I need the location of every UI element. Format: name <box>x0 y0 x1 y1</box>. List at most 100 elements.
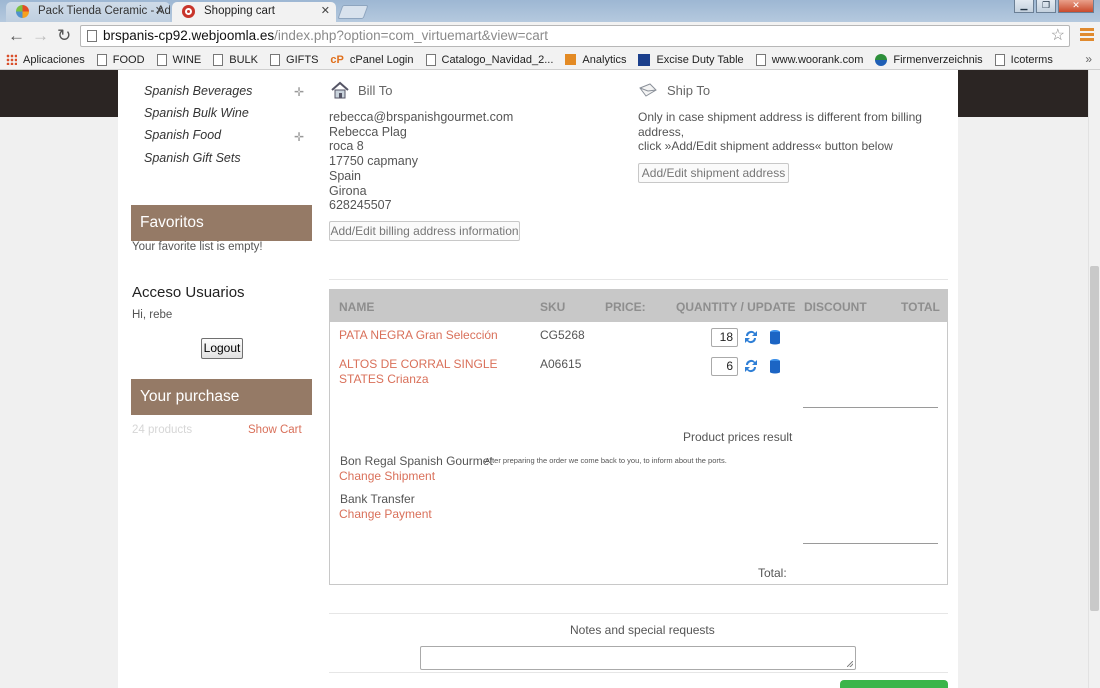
resize-grip-icon[interactable] <box>847 661 853 667</box>
prices-result-label: Product prices result <box>683 430 793 444</box>
reload-icon[interactable]: ↻ <box>57 26 71 46</box>
browser-toolbar: ← → ↻ brspanis-cp92.webjoomla.es/index.p… <box>0 22 1100 50</box>
update-refresh-icon[interactable] <box>743 358 759 374</box>
payment-name: Bank Transfer <box>340 492 415 506</box>
scrollbar-thumb[interactable] <box>1090 266 1099 611</box>
bookmark-catalogo[interactable]: Catalogo_Navidad_2... <box>425 53 553 66</box>
page-icon <box>213 53 224 66</box>
window-controls: ▁ ❐ ✕ <box>1014 0 1094 14</box>
bookmark-label: Firmenverzeichnis <box>893 53 983 66</box>
bookmark-cpanel[interactable]: cP cPanel Login <box>330 54 413 66</box>
close-icon[interactable]: ✕ <box>155 2 164 21</box>
header-sku: SKU <box>540 300 566 314</box>
window-close-icon[interactable]: ✕ <box>1058 0 1094 13</box>
ship-info-line-1: Only in case shipment address is differe… <box>638 110 922 124</box>
show-cart-link[interactable]: Show Cart <box>248 424 302 436</box>
delete-trash-icon[interactable] <box>767 329 783 345</box>
excise-icon <box>638 53 651 66</box>
bookmark-gifts[interactable]: GIFTS <box>270 53 319 66</box>
bookmarks-bar: Aplicaciones FOOD WINE BULK GIFTS cP cPan… <box>0 50 1100 70</box>
bookmark-analytics[interactable]: Analytics <box>565 54 626 66</box>
bookmark-firmenverzeichnis[interactable]: Firmenverzeichnis <box>875 53 983 66</box>
cart-table-header: NAME SKU PRICE: QUANTITY / UPDATE DISCOU… <box>330 290 947 322</box>
confirm-order-button[interactable] <box>840 680 948 688</box>
header-quantity: QUANTITY / UPDATE <box>676 300 796 314</box>
tab-label: Pack Tienda Ceramic - Ad <box>38 5 170 17</box>
bookmark-icoterms[interactable]: Icoterms <box>994 53 1053 66</box>
shipment-name: Bon Regal Spanish Gourmet <box>340 454 493 468</box>
menu-icon[interactable] <box>1080 28 1094 42</box>
ship-info-line-3: click »Add/Edit shipment address« button… <box>638 139 893 154</box>
shipment-note: After preparing the order we come back t… <box>485 456 727 465</box>
update-refresh-icon[interactable] <box>743 329 759 345</box>
bookmark-label: FOOD <box>112 53 145 66</box>
url-path: /index.php?option=com_virtuemart&view=ca… <box>274 28 548 43</box>
category-spanish-food[interactable]: Spanish Food <box>144 128 221 142</box>
bill-phone: 628245507 <box>329 198 392 213</box>
page-icon <box>755 53 766 66</box>
cart-table: NAME SKU PRICE: QUANTITY / UPDATE DISCOU… <box>329 289 948 585</box>
forward-arrow-icon[interactable]: → <box>32 26 49 46</box>
bookmark-excise[interactable]: Excise Duty Table <box>638 53 744 66</box>
site-favicon-icon <box>182 5 195 18</box>
divider <box>329 613 948 614</box>
tab-pack-tienda[interactable]: Pack Tienda Ceramic - Ad ✕ <box>6 2 170 22</box>
change-shipment-link[interactable]: Change Shipment <box>339 469 529 484</box>
bookmark-label: GIFTS <box>286 53 319 66</box>
page-container: Spanish Beverages ✛ Spanish Bulk Wine Sp… <box>118 70 958 688</box>
edit-billing-address-button[interactable]: Add/Edit billing address information <box>329 221 520 241</box>
chevron-right-icon[interactable]: » <box>1085 52 1092 66</box>
bookmark-bulk[interactable]: BULK <box>213 53 259 66</box>
url-host: brspanis-cp92.webjoomla.es <box>103 28 275 43</box>
page-icon <box>270 53 281 66</box>
edit-shipment-address-button[interactable]: Add/Edit shipment address <box>638 163 789 183</box>
category-spanish-beverages[interactable]: Spanish Beverages <box>144 84 252 98</box>
maximize-icon[interactable]: ❐ <box>1036 0 1056 13</box>
bill-name: Rebecca Plag <box>329 124 407 139</box>
bookmark-food[interactable]: FOOD <box>96 53 145 66</box>
address-bar[interactable]: brspanis-cp92.webjoomla.es/index.php?opt… <box>80 25 1070 47</box>
product-sku: A06615 <box>540 357 582 371</box>
favorites-empty-text: Your favorite list is empty! <box>132 241 263 253</box>
delete-trash-icon[interactable] <box>767 358 783 374</box>
page-scrollbar[interactable] <box>1088 70 1100 688</box>
header-discount: DISCOUNT <box>804 300 867 314</box>
ship-to-title: Ship To <box>667 83 711 98</box>
notes-textarea[interactable] <box>420 646 856 670</box>
home-icon <box>331 81 349 99</box>
bookmark-wine[interactable]: WINE <box>156 53 202 66</box>
page-icon <box>96 53 107 66</box>
expand-plus-icon[interactable]: ✛ <box>294 130 304 144</box>
minimize-icon[interactable]: ▁ <box>1014 0 1034 13</box>
bookmark-label: cPanel Login <box>349 53 414 66</box>
expand-plus-icon[interactable]: ✛ <box>294 85 304 99</box>
envelope-icon <box>639 83 657 97</box>
bill-country: Spain <box>329 168 361 183</box>
ship-info-line-2: address, <box>638 124 685 139</box>
bookmark-woorank[interactable]: www.woorank.com <box>755 53 864 66</box>
quantity-input[interactable]: 18 <box>711 328 738 347</box>
tab-shopping-cart[interactable]: Shopping cart ✕ <box>172 2 336 22</box>
bookmark-label: Excise Duty Table <box>656 53 744 66</box>
bookmark-label: BULK <box>229 53 259 66</box>
logout-button[interactable]: Logout <box>201 338 243 359</box>
new-tab-button[interactable] <box>337 5 369 19</box>
purchase-count: 24 products <box>132 424 193 436</box>
category-spanish-gift-sets[interactable]: Spanish Gift Sets <box>144 151 241 165</box>
bookmark-label: WINE <box>172 53 202 66</box>
quantity-input[interactable]: 6 <box>711 357 738 376</box>
bookmark-label: www.woorank.com <box>771 53 864 66</box>
change-payment-link[interactable]: Change Payment <box>339 507 529 522</box>
product-link[interactable]: ALTOS DE CORRAL SINGLE STATES Crianza <box>339 357 529 387</box>
cpanel-icon: cP <box>330 53 344 66</box>
bookmark-label: Icoterms <box>1010 53 1053 66</box>
login-greeting: Hi, rebe <box>132 309 173 321</box>
apps-grid-icon <box>6 54 17 65</box>
bookmark-star-icon[interactable]: ☆ <box>1051 26 1065 46</box>
close-icon[interactable]: ✕ <box>321 2 330 21</box>
back-arrow-icon[interactable]: ← <box>8 26 25 46</box>
product-link[interactable]: PATA NEGRA Gran Selección <box>339 328 529 343</box>
category-spanish-bulk-wine[interactable]: Spanish Bulk Wine <box>144 106 249 120</box>
bookmark-aplicaciones[interactable]: Aplicaciones <box>6 54 85 66</box>
bill-region: Girona <box>329 183 367 198</box>
